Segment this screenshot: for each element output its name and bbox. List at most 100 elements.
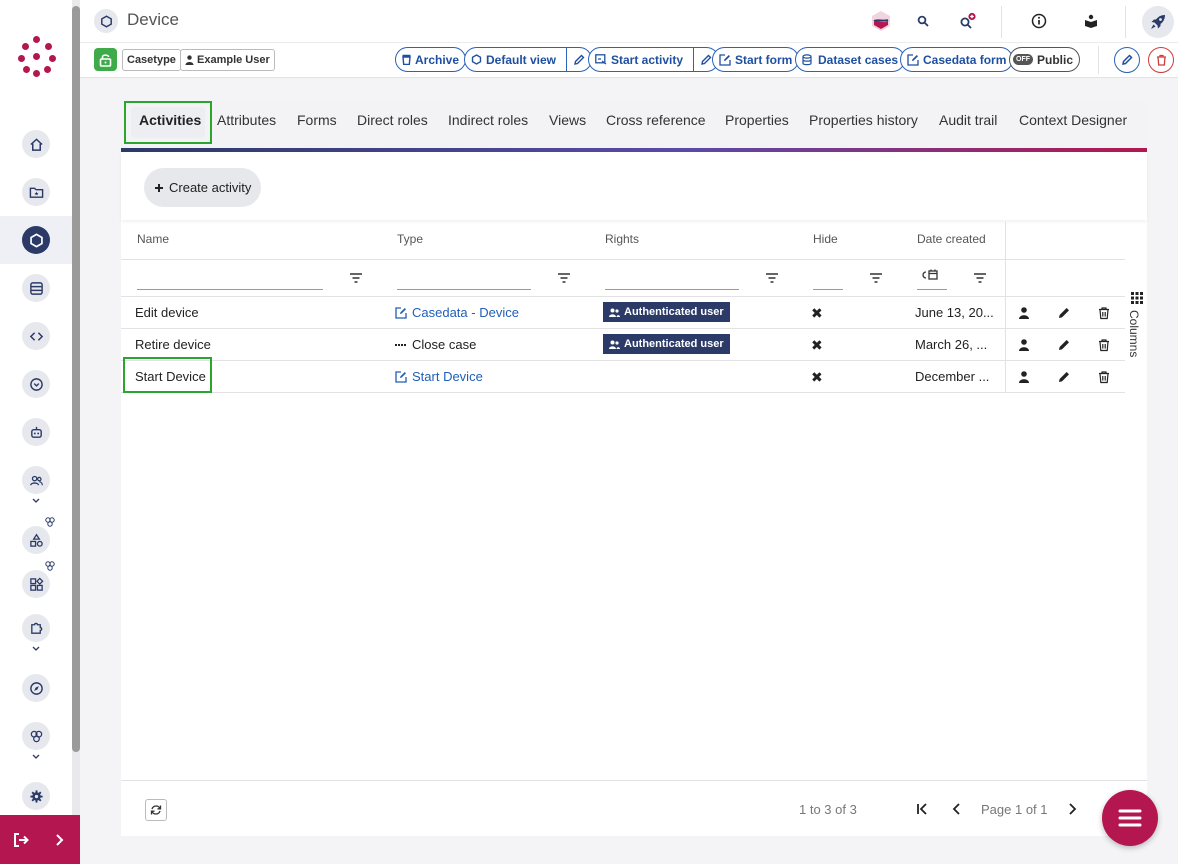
filter-icon[interactable] <box>973 272 987 284</box>
next-page-icon[interactable] <box>1065 801 1079 817</box>
tab-properties-history[interactable]: Properties history <box>809 112 918 128</box>
filter-icon[interactable] <box>349 272 363 284</box>
list-icon[interactable] <box>22 274 50 302</box>
shapes-icon[interactable] <box>22 526 50 554</box>
form-edit-icon <box>395 306 407 319</box>
hexagon-cluster-icon[interactable] <box>22 722 50 750</box>
type-filter-input[interactable] <box>397 289 531 290</box>
pencil-icon[interactable] <box>1057 306 1071 320</box>
tab-forms[interactable]: Forms <box>297 112 337 128</box>
table-cell-date: June 13, 20... <box>915 305 994 320</box>
reader-icon[interactable] <box>1078 8 1104 34</box>
table-cell-type-link[interactable]: Start Device <box>395 369 483 384</box>
create-activity-button[interactable]: Create activity <box>144 168 262 207</box>
casetype-chip-label: Casetype <box>127 54 176 66</box>
user-icon[interactable] <box>1017 370 1031 384</box>
folder-star-icon[interactable] <box>22 178 50 206</box>
table-cell-type: Close case <box>395 337 476 352</box>
advanced-search-icon[interactable] <box>955 8 981 34</box>
casetype-hexagon-icon[interactable] <box>22 226 50 254</box>
tab-indirect-roles[interactable]: Indirect roles <box>448 112 528 128</box>
sidebar-scrollbar-thumb[interactable] <box>72 6 80 752</box>
chevron-right-icon[interactable] <box>54 833 66 847</box>
tab-properties[interactable]: Properties <box>725 112 789 128</box>
search-icon[interactable] <box>910 8 936 34</box>
filter-icon[interactable] <box>765 272 779 284</box>
column-header-name[interactable]: Name <box>137 232 169 246</box>
tab-attributes[interactable]: Attributes <box>217 112 276 128</box>
puzzle-icon[interactable] <box>22 614 50 642</box>
table-cell-date: December ... <box>915 369 990 384</box>
filter-icon[interactable] <box>557 272 571 284</box>
off-toggle[interactable]: OFF <box>1013 54 1033 65</box>
casetype-chip[interactable]: Casetype <box>122 49 181 71</box>
casedata-form-button[interactable]: Casedata form <box>900 47 1014 72</box>
dropdown-circle-icon[interactable] <box>22 370 50 398</box>
tab-views[interactable]: Views <box>549 112 586 128</box>
home-icon[interactable] <box>22 130 50 158</box>
name-filter-input[interactable] <box>137 289 323 290</box>
user-icon[interactable] <box>1017 338 1031 352</box>
chevron-down-icon[interactable] <box>30 645 42 653</box>
trash-icon[interactable] <box>1097 370 1111 384</box>
row-divider <box>121 360 1125 361</box>
app-logo[interactable] <box>18 36 56 77</box>
rights-filter-input[interactable] <box>605 289 739 290</box>
pencil-icon[interactable] <box>1057 370 1071 384</box>
date-filter-input[interactable] <box>917 289 947 290</box>
activities-panel: Activities Attributes Forms Direct roles… <box>121 100 1147 836</box>
column-header-rights[interactable]: Rights <box>605 232 639 246</box>
form-edit-icon <box>907 53 919 66</box>
unlock-icon[interactable] <box>94 48 117 71</box>
pencil-icon[interactable] <box>1057 338 1071 352</box>
widgets-icon[interactable] <box>22 570 50 598</box>
column-header-hide[interactable]: Hide <box>813 232 838 246</box>
archive-button[interactable]: Archive <box>395 47 467 72</box>
delete-case-button[interactable] <box>1148 47 1174 73</box>
user-icon[interactable] <box>1017 306 1031 320</box>
tab-audit-trail[interactable]: Audit trail <box>939 112 997 128</box>
logout-button[interactable] <box>0 815 80 864</box>
tab-context-designer[interactable]: Context Designer <box>1019 112 1127 128</box>
trash-icon[interactable] <box>1097 338 1111 352</box>
code-icon[interactable] <box>22 322 50 350</box>
chevron-down-icon[interactable] <box>30 753 42 761</box>
hide-filter-input[interactable] <box>813 289 843 290</box>
dataset-cases-button[interactable]: Dataset cases <box>795 47 906 72</box>
first-page-icon[interactable] <box>915 801 929 817</box>
column-header-type[interactable]: Type <box>397 232 423 246</box>
default-view-group: Default view <box>464 47 593 72</box>
filter-icon[interactable] <box>869 272 883 284</box>
compass-icon[interactable] <box>22 674 50 702</box>
tab-cross-reference[interactable]: Cross reference <box>606 112 706 128</box>
trash-icon[interactable] <box>1097 306 1111 320</box>
app-switcher-icon[interactable] <box>868 8 894 34</box>
tab-direct-roles[interactable]: Direct roles <box>357 112 428 128</box>
info-icon[interactable] <box>1026 8 1052 34</box>
start-form-button[interactable]: Start form <box>712 47 800 72</box>
rocket-icon[interactable] <box>1142 6 1174 38</box>
table-cell-type-link[interactable]: Casedata - Device <box>395 305 519 320</box>
columns-panel-toggle[interactable]: Columns <box>1127 310 1141 357</box>
edit-case-button[interactable] <box>1114 47 1140 73</box>
pencil-icon <box>1122 54 1133 65</box>
row-highlight-box <box>123 357 212 393</box>
chevron-down-icon[interactable] <box>30 497 42 505</box>
previous-page-icon[interactable] <box>950 801 964 817</box>
gear-icon[interactable] <box>22 782 50 810</box>
calendar-icon[interactable] <box>921 268 939 282</box>
header-separator <box>1098 46 1099 74</box>
table-cell-date: March 26, ... <box>915 337 988 352</box>
users-icon[interactable] <box>22 466 50 494</box>
trash-icon <box>1156 54 1166 66</box>
user-chip[interactable]: Example User <box>180 49 275 71</box>
casedata-form-label: Casedata form <box>923 52 1007 67</box>
grid-icon[interactable] <box>1131 292 1143 304</box>
refresh-button[interactable] <box>145 799 167 821</box>
public-toggle-button[interactable]: OFF Public <box>1009 47 1081 72</box>
start-activity-button[interactable]: Start activity <box>589 48 689 71</box>
menu-fab-button[interactable] <box>1102 790 1158 846</box>
robot-icon[interactable] <box>22 418 50 446</box>
default-view-button[interactable]: Default view <box>465 48 562 71</box>
column-header-date-created[interactable]: Date created <box>917 232 986 246</box>
